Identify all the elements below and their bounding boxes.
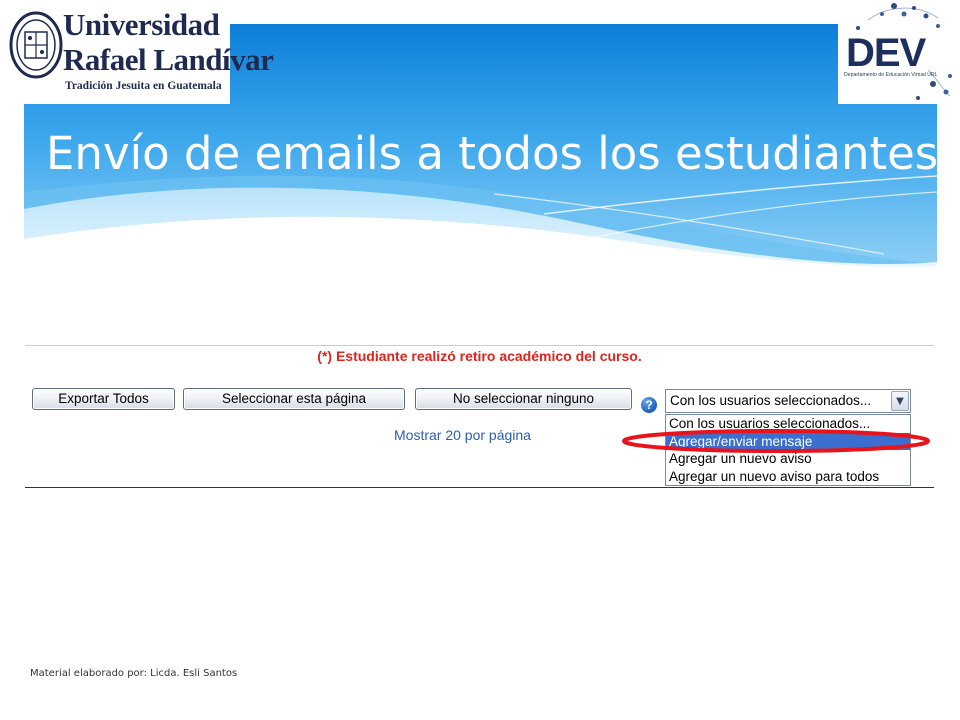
- dev-logo-graphic: DEV: [846, 3, 952, 100]
- withdrawal-notice: (*) Estudiante realizó retiro académico …: [317, 348, 642, 364]
- option-new-notice-all[interactable]: Agregar un nuevo aviso para todos: [666, 468, 910, 486]
- embedded-screenshot: (*) Estudiante realizó retiro académico …: [25, 345, 934, 488]
- dev-logo-text: DEV: [846, 31, 927, 75]
- dev-logo: DEV: [838, 0, 960, 104]
- footer-credit: Material elaborado por: Licda. Esli Sant…: [30, 668, 238, 679]
- help-icon[interactable]: ?: [641, 397, 657, 413]
- chevron-down-icon[interactable]: ▼: [891, 391, 909, 411]
- university-name-line2: Rafael Landívar: [63, 42, 274, 77]
- university-name-line1: Universidad: [63, 7, 220, 42]
- show-per-page-link[interactable]: Mostrar 20 por página: [394, 427, 531, 443]
- top-divider: [25, 345, 934, 346]
- bulk-action-select-value: Con los usuarios seleccionados...: [670, 393, 872, 408]
- university-seal-icon: [9, 11, 63, 79]
- university-logo: Universidad Rafael Landívar Tradición Je…: [0, 0, 274, 104]
- select-page-button[interactable]: Seleccionar esta página: [183, 388, 405, 410]
- bottom-divider: [25, 487, 934, 488]
- dev-logo-caption: Departamento de Educación Virtual URL: [844, 72, 938, 78]
- select-none-button[interactable]: No seleccionar ninguno: [415, 388, 632, 410]
- highlight-ellipse: [622, 429, 930, 453]
- slide-title: Envío de emails a todos los estudiantes: [46, 127, 939, 180]
- university-tagline: Tradición Jesuita en Guatemala: [65, 80, 222, 92]
- bulk-action-select[interactable]: Con los usuarios seleccionados... ▼: [665, 389, 911, 413]
- export-all-button[interactable]: Exportar Todos: [32, 388, 175, 410]
